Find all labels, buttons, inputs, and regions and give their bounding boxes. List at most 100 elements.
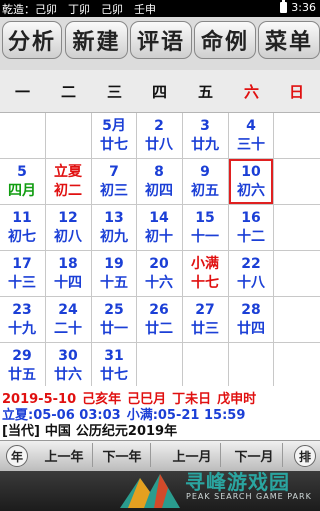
lunar-day: 廿四 [237,320,265,337]
weekday-1: 一 [14,82,30,101]
day-number: 30 [58,347,78,364]
clock: 3:36 [291,1,316,14]
tab-comment[interactable]: 评语 [130,21,192,59]
lunar-day: 廿六 [54,366,82,383]
lunar-day: 廿七 [100,366,128,383]
weekday-6: 六 [243,82,259,101]
lunar-day: 十一 [191,228,219,245]
day-number: 13 [104,209,124,226]
watermark-title: 寻峰游戏园 [185,470,290,494]
calendar-day[interactable]: 22 十八 [229,251,273,296]
calendar-day[interactable]: 13 初九 [92,205,136,250]
tab-analyze[interactable]: 分析 [2,21,62,59]
calendar-day[interactable]: 9 初五 [183,159,227,204]
lunar-day: 初十 [145,228,173,245]
weekday-7: 日 [288,82,304,101]
calendar-day[interactable]: 29 廿五 [0,343,44,388]
watermark-subtitle: PEAK SEARCH GAME PARK [186,492,312,501]
era-label: [当代] [2,424,40,439]
calendar-day[interactable]: 26 廿二 [137,297,181,342]
day-number: 25 [104,301,124,318]
era-line: [当代] 中国 公历纪元2019年 [2,420,182,439]
day-number: 小满 [191,255,219,272]
weekday-5: 五 [197,82,213,101]
calendar-day[interactable]: 11 初七 [0,205,44,250]
calendar-day[interactable]: 4 三十 [229,113,273,158]
calendar-day[interactable]: 16 十二 [229,205,273,250]
mountain-logo-icon [120,474,180,508]
calendar-day[interactable]: 30 廿六 [46,343,90,388]
sort-button[interactable]: 排 [294,445,316,467]
lunar-day: 初七 [8,228,36,245]
lunar-day: 初四 [145,182,173,199]
calendar-day[interactable]: 31 廿七 [92,343,136,388]
lunar-day: 十三 [8,274,36,291]
calendar-day[interactable]: 8 初四 [137,159,181,204]
calendar-day[interactable]: 23 十九 [0,297,44,342]
lunar-day: 十五 [100,274,128,291]
lunar-day: 初八 [54,228,82,245]
day-number: 5月 [102,117,126,134]
lunar-day: 十七 [191,274,219,291]
weekday-2: 二 [60,82,76,101]
calendar-day[interactable]: 15 十一 [183,205,227,250]
lunar-day: 廿二 [145,320,173,337]
calendar-day[interactable]: 5月廿七 [92,113,136,158]
day-number: 9 [200,163,210,180]
calendar-day[interactable]: 5 四月 [0,159,44,204]
calendar-day[interactable]: 27 廿三 [183,297,227,342]
day-number: 31 [104,347,124,364]
lunar-day: 十八 [237,274,265,291]
day-number: 28 [241,301,261,318]
next-month-button[interactable]: 下一月 [226,443,283,467]
calendar-day[interactable]: 2 廿八 [137,113,181,158]
calendar-day[interactable]: 立夏 初二 [46,159,90,204]
lunar-day: 廿九 [191,136,219,153]
lunar-day: 初二 [54,182,82,199]
calendar-day[interactable]: 3 廿九 [183,113,227,158]
tab-menu[interactable]: 菜单 [258,21,320,59]
weekday-4: 四 [151,82,167,101]
day-number: 24 [58,301,78,318]
day-number: 14 [149,209,169,226]
calendar-day-selected[interactable]: 10 初六 [229,159,273,204]
lunar-day: 廿三 [191,320,219,337]
day-number: 5 [17,163,27,180]
lunar-day: 三十 [237,136,265,153]
day-number: 7 [109,163,119,180]
lunar-day: 廿一 [100,320,128,337]
lunar-day: 初六 [237,182,265,199]
lunar-day: 四月 [8,182,36,199]
calendar-day[interactable]: 28 廿四 [229,297,273,342]
calendar-day[interactable]: 24 二十 [46,297,90,342]
prev-year-button[interactable]: 上一年 [36,443,93,467]
day-number: 16 [241,209,261,226]
calendar-day[interactable]: 18 十四 [46,251,90,296]
calendar-day[interactable]: 14 初十 [137,205,181,250]
lunar-day: 廿八 [145,136,173,153]
day-number: 23 [12,301,32,318]
tab-new[interactable]: 新建 [65,21,128,59]
day-number: 18 [58,255,78,272]
lunar-day: 二十 [54,320,82,337]
day-number: 10 [241,163,261,180]
calendar-era: 公历纪元2019年 [75,424,178,439]
weekday-header: 一二三四五六日 [0,70,320,113]
calendar-day[interactable]: 小满 十七 [183,251,227,296]
day-number: 20 [149,255,169,272]
lunar-day: 廿七 [100,136,128,153]
day-number: 19 [104,255,124,272]
tab-cases[interactable]: 命例 [194,21,256,59]
day-number: 11 [12,209,32,226]
calendar-day[interactable]: 19 十五 [92,251,136,296]
year-button[interactable]: 年 [6,445,28,467]
day-number: 27 [195,301,215,318]
day-number: 26 [149,301,169,318]
calendar-day[interactable]: 25 廿一 [92,297,136,342]
calendar-day[interactable]: 20 十六 [137,251,181,296]
calendar-day[interactable]: 7 初三 [92,159,136,204]
day-number: 4 [246,117,256,134]
day-number: 29 [12,347,32,364]
calendar-day[interactable]: 12 初八 [46,205,90,250]
calendar-day[interactable]: 17 十三 [0,251,44,296]
